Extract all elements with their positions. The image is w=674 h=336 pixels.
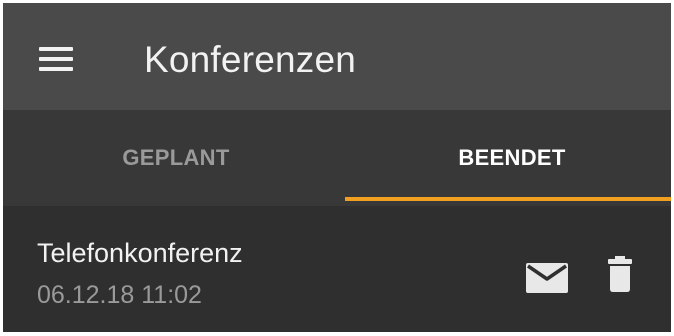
mail-icon-graphic [526, 263, 568, 293]
selected-tab-indicator [345, 197, 671, 201]
tab-finished[interactable]: BEENDET [345, 110, 671, 206]
menu-icon-line [39, 57, 73, 61]
conference-datetime: 06.12.18 11:02 [37, 281, 202, 309]
trash-icon[interactable] [607, 256, 633, 292]
app-bar: Konferenzen [3, 3, 671, 110]
conference-title: Telefonkonferenz [37, 238, 243, 268]
menu-icon[interactable] [39, 47, 73, 71]
conference-list-item[interactable]: Telefonkonferenz 06.12.18 11:02 [3, 206, 671, 332]
menu-icon-line [39, 67, 73, 71]
mail-icon[interactable] [526, 263, 568, 293]
menu-icon-line [39, 47, 73, 51]
tab-planned[interactable]: GEPLANT [9, 110, 343, 206]
tab-bar: GEPLANT BEENDET [3, 110, 671, 206]
page-title: Konferenzen [144, 39, 357, 80]
conferences-screen: Konferenzen GEPLANT BEENDET Telefonkonfe… [3, 3, 671, 332]
trash-icon-graphic [608, 256, 632, 292]
